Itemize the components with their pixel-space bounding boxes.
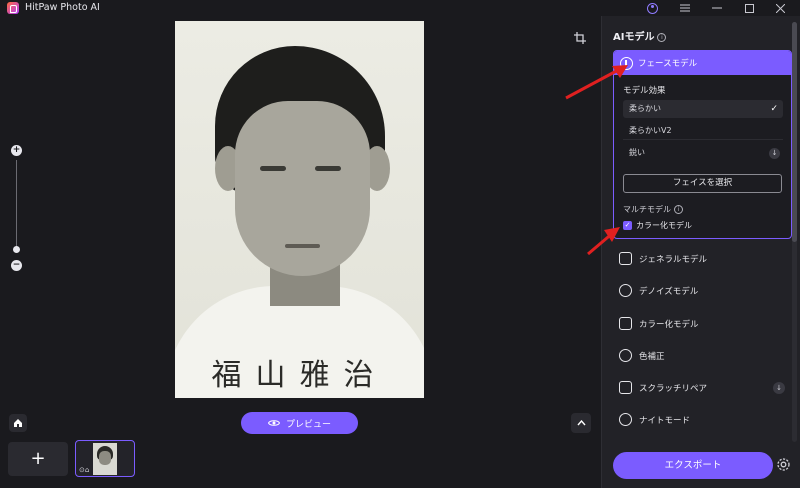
panel-scrollbar-thumb[interactable] [792, 22, 797, 242]
color-correct-icon [619, 349, 632, 362]
model-color-correct[interactable]: 色補正 [619, 349, 665, 362]
model-effect-label: モデル効果 [623, 86, 666, 96]
model-scratch-repair[interactable]: スクラッチリペア [619, 381, 707, 394]
face-model-icon [620, 56, 633, 70]
thumbnail-status-icon: ⊙⌂ [79, 466, 90, 474]
face-model-label: フェースモデル [638, 59, 698, 69]
colorize-checkbox-label: カラー化モデル [636, 221, 692, 230]
crop-icon[interactable] [574, 32, 586, 44]
colorize-checkbox-row[interactable]: ✓ カラー化モデル [623, 220, 692, 231]
effect-option-sharp[interactable]: 鋭い ↓ [623, 144, 783, 162]
denoise-icon [619, 284, 632, 297]
colorize-checkbox[interactable]: ✓ [623, 221, 632, 230]
close-icon[interactable] [773, 1, 787, 15]
app-logo [7, 2, 19, 14]
collapse-button[interactable] [571, 413, 591, 433]
image-icon [619, 252, 632, 265]
preview-button[interactable]: プレビュー [241, 412, 358, 434]
photo-name-caption: 福山雅治 [211, 358, 388, 393]
image-canvas[interactable]: 福山雅治 + − [0, 16, 600, 406]
select-face-button[interactable]: フェイスを選択 [623, 174, 782, 193]
scratch-repair-icon [619, 381, 632, 394]
model-denoise[interactable]: デノイズモデル [619, 284, 698, 297]
bottom-bar: プレビュー + ⊙⌂ [0, 406, 600, 488]
info-icon[interactable]: i [657, 32, 667, 42]
download-icon[interactable]: ↓ [769, 148, 780, 159]
face-model-header[interactable]: フェースモデル [614, 51, 791, 75]
model-general[interactable]: ジェネラルモデル [619, 252, 707, 265]
ai-model-panel: AIモデル i フェースモデル モデル効果 柔らかい ✓ 柔らかいV2 鋭い ↓ … [601, 16, 800, 488]
eye-icon [267, 420, 280, 426]
zoom-slider-track[interactable] [16, 160, 17, 252]
model-night-mode[interactable]: ナイトモード [619, 413, 690, 426]
photo-preview: 福山雅治 [175, 21, 424, 398]
zoom-out-icon[interactable]: − [11, 260, 22, 271]
colorize-icon [619, 317, 632, 330]
preview-label: プレビュー [285, 419, 331, 430]
image-thumbnail[interactable]: ⊙⌂ [75, 440, 135, 477]
menu-icon[interactable] [678, 1, 692, 15]
effect-option-soft-v2[interactable]: 柔らかいV2 [623, 122, 783, 140]
effect-option-soft[interactable]: 柔らかい ✓ [623, 100, 783, 118]
multi-model-label: マルチモデル i [623, 204, 683, 215]
export-button[interactable]: エクスポート [613, 452, 773, 479]
home-icon [14, 419, 22, 427]
scratch-repair-download-icon[interactable]: ↓ [773, 382, 785, 394]
check-icon: ✓ [770, 104, 778, 114]
home-button[interactable] [9, 414, 27, 432]
face-model-card: フェースモデル モデル効果 柔らかい ✓ 柔らかいV2 鋭い ↓ フェイスを選択… [613, 50, 792, 239]
zoom-in-icon[interactable]: + [11, 145, 22, 156]
night-mode-icon [619, 413, 632, 426]
panel-title: AIモデル i [613, 28, 667, 43]
multi-model-info-icon[interactable]: i [674, 205, 683, 214]
zoom-slider-handle[interactable] [13, 246, 20, 253]
app-title: HitPaw Photo AI [25, 2, 100, 13]
add-image-button[interactable]: + [8, 442, 68, 476]
gear-icon[interactable] [776, 457, 791, 472]
account-icon[interactable] [645, 1, 659, 15]
chevron-up-icon [576, 420, 586, 426]
maximize-icon[interactable] [742, 1, 756, 15]
title-bar: HitPaw Photo AI [0, 0, 800, 16]
model-colorize[interactable]: カラー化モデル [619, 317, 699, 330]
minimize-icon[interactable] [710, 1, 724, 15]
